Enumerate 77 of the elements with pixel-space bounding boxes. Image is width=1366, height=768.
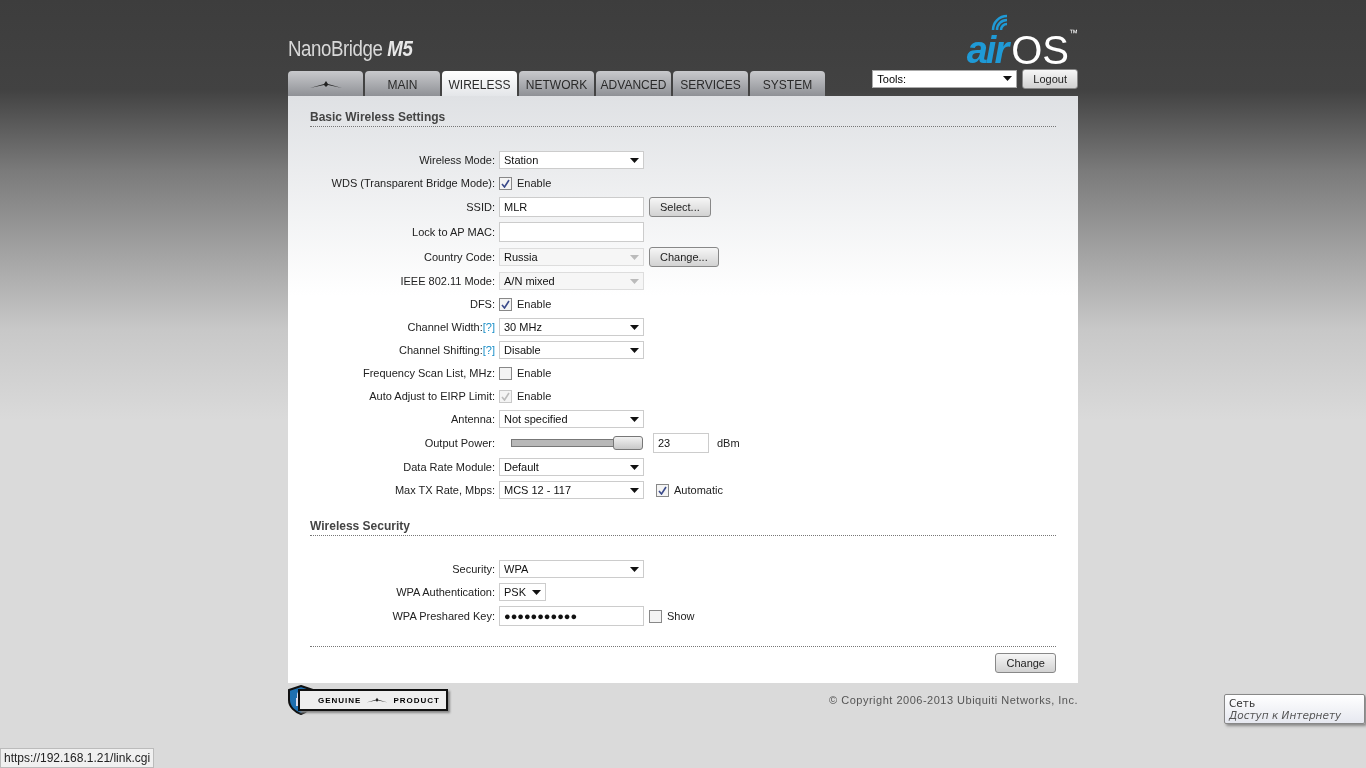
genuine-product-badge: GENUINE PRODUCT: [298, 689, 448, 711]
field-label: Channel Shifting:[?]: [398, 344, 495, 356]
field-label: Antenna:: [449, 413, 495, 425]
tab[interactable]: SYSTEM: [750, 71, 825, 96]
checkbox-label: Enable: [517, 367, 552, 379]
dropdown[interactable]: Not specified: [499, 410, 644, 428]
checkbox-label: Automatic: [674, 484, 723, 496]
checkbox-label: Enable: [517, 390, 552, 402]
dropdown-arrow-icon: [630, 278, 639, 284]
field-label: SSID:: [465, 201, 495, 213]
dropdown-arrow-icon: [532, 589, 541, 595]
dropdown-arrow-icon: [630, 347, 639, 353]
field-label: Output Power:: [423, 437, 495, 449]
dropdown-arrow-icon: [630, 254, 639, 260]
field-label: Channel Width:[?]: [406, 321, 495, 333]
dropdown-arrow-icon: [630, 416, 639, 422]
field-label: Security:: [451, 563, 495, 575]
dropdown[interactable]: 30 MHz: [499, 318, 644, 336]
select-button[interactable]: Select...: [649, 197, 711, 217]
logo-text: air: [966, 34, 1008, 66]
checkbox[interactable]: [649, 609, 662, 623]
field-label: WPA Preshared Key:: [391, 610, 495, 622]
dropdown[interactable]: Disable: [499, 341, 644, 359]
slider-thumb[interactable]: [613, 436, 643, 450]
tab[interactable]: [288, 71, 363, 96]
tools-dropdown[interactable]: Tools:: [872, 69, 1018, 88]
dropdown[interactable]: MCS 12 - 117: [499, 481, 644, 499]
status-url: https://192.168.1.21/link.cgi: [0, 748, 155, 768]
checkbox-label: Enable: [517, 177, 552, 189]
checkbox[interactable]: [499, 297, 512, 311]
input-field[interactable]: [499, 222, 644, 242]
dropdown-arrow-icon: [1003, 76, 1013, 81]
dropdown[interactable]: Default: [499, 458, 644, 476]
field-label: Wireless Mode:: [418, 154, 495, 166]
checkbox[interactable]: [499, 366, 512, 380]
logout-button[interactable]: Logout: [1022, 68, 1078, 89]
tab[interactable]: NETWORK: [519, 71, 594, 96]
logo-text: OS: [1011, 34, 1069, 66]
dropdown-arrow-icon: [630, 487, 639, 493]
trademark-sign: ™: [1069, 28, 1078, 38]
dropdown[interactable]: Station: [499, 151, 644, 169]
tooltip-title: Сеть: [1229, 697, 1257, 709]
checkbox-label: Show: [667, 610, 695, 622]
dropdown[interactable]: PSK: [499, 583, 546, 601]
tab[interactable]: MAIN: [365, 71, 440, 96]
field-label: Lock to AP MAC:: [411, 226, 495, 238]
dropdown-arrow-icon: [630, 157, 639, 163]
section-title: Wireless Security: [310, 519, 1056, 536]
tab[interactable]: SERVICES: [673, 71, 748, 96]
dropdown-arrow-icon: [630, 324, 639, 330]
field-label: Auto Adjust to EIRP Limit:: [368, 390, 495, 402]
tab[interactable]: ADVANCED: [596, 71, 671, 96]
section-title: Basic Wireless Settings: [310, 110, 1056, 127]
checkbox[interactable]: [656, 483, 669, 497]
tooltip-subtitle: Доступ к Интернету: [1229, 709, 1343, 721]
dropdown-arrow-icon: [630, 566, 639, 572]
dropdown-arrow-icon: [630, 464, 639, 470]
checkbox[interactable]: [499, 176, 512, 190]
checkbox-label: Enable: [517, 298, 552, 310]
field-label: Max TX Rate, Mbps:: [393, 484, 495, 496]
slider[interactable]: [511, 436, 643, 450]
field-label: WPA Authentication:: [395, 586, 495, 598]
field-label: Frequency Scan List, MHz:: [361, 367, 495, 379]
field-label: Country Code:: [423, 251, 495, 263]
change-button[interactable]: Change: [995, 653, 1056, 673]
field-label: Data Rate Module:: [402, 461, 495, 473]
copyright-text: © Copyright 2006-2013 Ubiquiti Networks, Inc.: [829, 694, 1078, 706]
tab[interactable]: WIRELESS: [442, 71, 517, 96]
unit-label: dBm: [717, 437, 740, 449]
input-field[interactable]: MLR: [499, 197, 644, 217]
field-label: IEEE 802.11 Mode:: [399, 275, 495, 287]
field-label: WDS (Transparent Bridge Mode):: [330, 177, 495, 189]
field-label: DFS:: [468, 298, 495, 310]
dropdown[interactable]: WPA: [499, 560, 644, 578]
product-name: NanoBridge M5: [288, 36, 413, 63]
password-field[interactable]: ●●●●●●●●●●●: [499, 606, 644, 626]
input-field[interactable]: 23: [653, 433, 709, 453]
